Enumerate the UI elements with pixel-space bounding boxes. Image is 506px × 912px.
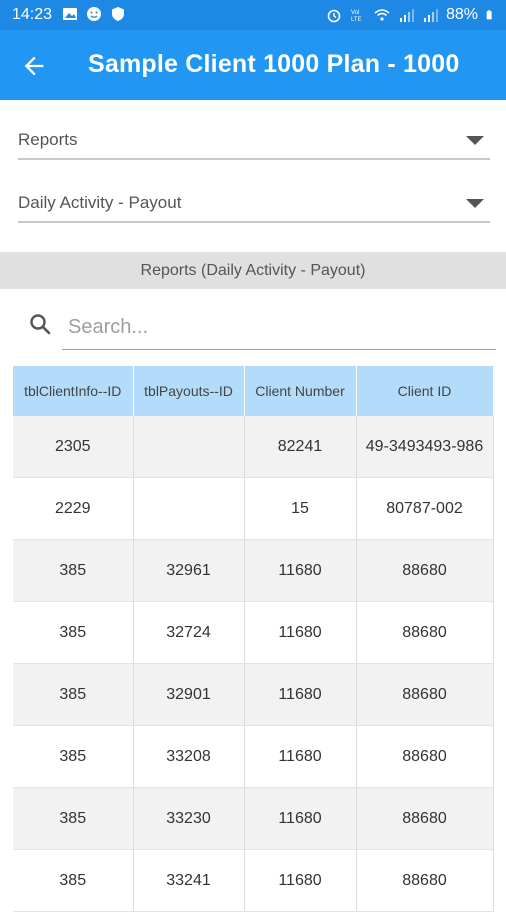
report-type-dropdown-value: Daily Activity - Payout	[18, 193, 182, 212]
table-cell: 11680	[244, 663, 357, 726]
table-cell: 88680	[356, 725, 494, 788]
table-cell: 49-3493493-986	[356, 416, 494, 478]
battery-percent: 88%	[445, 6, 478, 23]
wifi-icon	[374, 9, 390, 21]
table-cell	[133, 477, 245, 540]
table-cell: 11680	[244, 539, 357, 602]
table-cell: 88680	[356, 787, 494, 850]
signal2-icon	[423, 9, 438, 22]
alarm-icon	[327, 9, 341, 23]
table-cell: 11680	[244, 725, 357, 788]
table-row[interactable]: 385 32724 11680 88680	[13, 601, 494, 664]
table-cell: 385	[13, 787, 134, 850]
table-cell: 88680	[356, 601, 494, 664]
table-row[interactable]: 2305 82241 49-3493493-986	[13, 416, 494, 478]
battery-icon	[486, 10, 492, 20]
table-row[interactable]: 385 32961 11680 88680	[13, 539, 494, 602]
table-cell: 33241	[133, 849, 245, 912]
table-cell: 11680	[244, 601, 357, 664]
signal-icon	[399, 9, 414, 22]
section-header: Reports (Daily Activity - Payout)	[0, 252, 506, 289]
table-cell: 2305	[13, 416, 134, 478]
table-row[interactable]: 385 33241 11680 88680	[13, 849, 494, 912]
table-cell: 32901	[133, 663, 245, 726]
table-cell: 385	[13, 849, 134, 912]
column-header[interactable]: tblClientInfo--ID	[13, 366, 134, 416]
table-cell: 385	[13, 725, 134, 788]
table-cell: 88680	[356, 849, 494, 912]
svg-text:Vol: Vol	[351, 10, 359, 16]
chevron-down-icon	[466, 136, 484, 145]
table-row[interactable]: 385 33208 11680 88680	[13, 725, 494, 788]
table-cell: 385	[13, 663, 134, 726]
table-cell: 33230	[133, 787, 245, 850]
column-header[interactable]: tblPayouts--ID	[133, 366, 245, 416]
column-header[interactable]: Client ID	[356, 366, 494, 416]
table-cell: 33208	[133, 725, 245, 788]
table-row[interactable]: 2229 15 80787-002	[13, 477, 494, 540]
table-header-row: tblClientInfo--ID tblPayouts--ID Client …	[13, 366, 494, 416]
reports-dropdown[interactable]: Reports	[18, 124, 490, 160]
table-cell: 88680	[356, 663, 494, 726]
table-cell: 88680	[356, 539, 494, 602]
data-table: tblClientInfo--ID tblPayouts--ID Client …	[13, 366, 494, 912]
table-row[interactable]: 385 32901 11680 88680	[13, 663, 494, 726]
column-header[interactable]: Client Number	[244, 366, 357, 416]
smiley-icon	[87, 7, 101, 21]
status-bar: 14:23 Vol LTE 88%	[0, 0, 506, 30]
svg-text:LTE: LTE	[351, 17, 362, 23]
image-icon	[63, 8, 77, 20]
page-title: Sample Client 1000 Plan - 1000	[88, 50, 460, 78]
table-cell: 2229	[13, 477, 134, 540]
table-cell: 80787-002	[356, 477, 494, 540]
report-type-dropdown[interactable]: Daily Activity - Payout	[18, 187, 490, 223]
table-cell	[133, 416, 245, 478]
table-cell: 82241	[244, 416, 357, 478]
table-cell: 11680	[244, 849, 357, 912]
volte-icon: VolLTE	[351, 10, 362, 23]
table-cell: 32724	[133, 601, 245, 664]
table-cell: 385	[13, 601, 134, 664]
chevron-down-icon	[466, 199, 484, 208]
app-bar: Sample Client 1000 Plan - 1000	[0, 30, 506, 100]
table-cell: 11680	[244, 787, 357, 850]
table-cell: 385	[13, 539, 134, 602]
reports-dropdown-value: Reports	[18, 130, 78, 149]
shield-icon	[112, 7, 124, 21]
status-time: 14:23	[12, 6, 53, 23]
back-arrow-icon[interactable]	[20, 52, 48, 80]
table-cell: 15	[244, 477, 357, 540]
search-input[interactable]	[62, 306, 496, 350]
table-cell: 32961	[133, 539, 245, 602]
search-icon	[30, 314, 51, 335]
table-row[interactable]: 385 33230 11680 88680	[13, 787, 494, 850]
